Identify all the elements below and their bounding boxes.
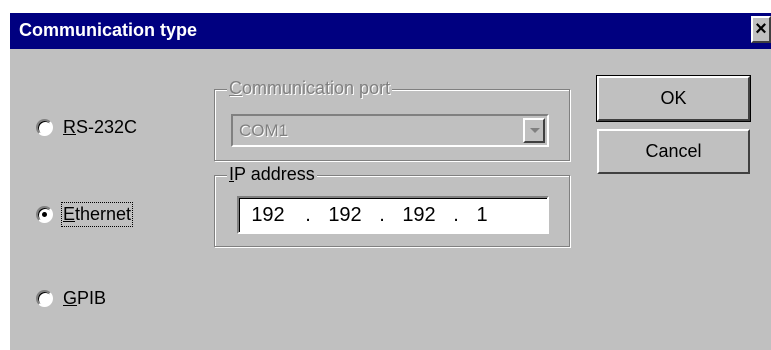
ip-separator: . (453, 203, 459, 226)
radio-ethernet[interactable]: Ethernet (36, 200, 134, 228)
close-button[interactable]: × (751, 16, 771, 43)
title-bar[interactable]: Communication type × (10, 13, 771, 49)
dialog-title: Communication type (19, 20, 198, 40)
radio-gpib-indicator[interactable] (36, 289, 53, 307)
ip-octet-3[interactable]: 192 (393, 204, 445, 227)
radio-rs232c[interactable]: RS-232C (36, 113, 137, 141)
ip-address-label: IP address (227, 163, 317, 185)
radio-gpib[interactable]: GPIB (36, 284, 106, 312)
ip-octet-4[interactable]: 1 (467, 204, 497, 227)
cancel-button[interactable]: Cancel (597, 129, 750, 174)
ip-separator: . (379, 203, 385, 226)
ok-button[interactable]: OK (596, 75, 751, 122)
radio-rs232c-indicator[interactable] (36, 118, 53, 136)
ip-octet-2[interactable]: 192 (319, 204, 371, 227)
ip-octet-1[interactable]: 192 (239, 204, 297, 227)
close-icon: × (755, 18, 767, 40)
radio-rs232c-label: RS-232C (63, 116, 138, 137)
ip-separator: . (305, 203, 311, 226)
communication-type-dialog: Communication type × RS-232C Ethernet GP… (10, 13, 771, 350)
communication-port-group: Communication port COM1 (214, 77, 570, 161)
communication-port-label: Communication port (227, 77, 393, 99)
chevron-down-icon[interactable] (523, 118, 545, 143)
ip-address-input[interactable]: 192 . 192 . 192 . 1 (237, 196, 549, 234)
radio-ethernet-label: Ethernet (60, 201, 134, 227)
radio-ethernet-indicator[interactable] (36, 205, 53, 223)
communication-port-select[interactable]: COM1 (231, 114, 549, 147)
ip-address-group: IP address 192 . 192 . 192 . 1 (214, 163, 570, 247)
communication-port-value: COM1 (239, 121, 289, 140)
radio-gpib-label: GPIB (63, 287, 107, 308)
